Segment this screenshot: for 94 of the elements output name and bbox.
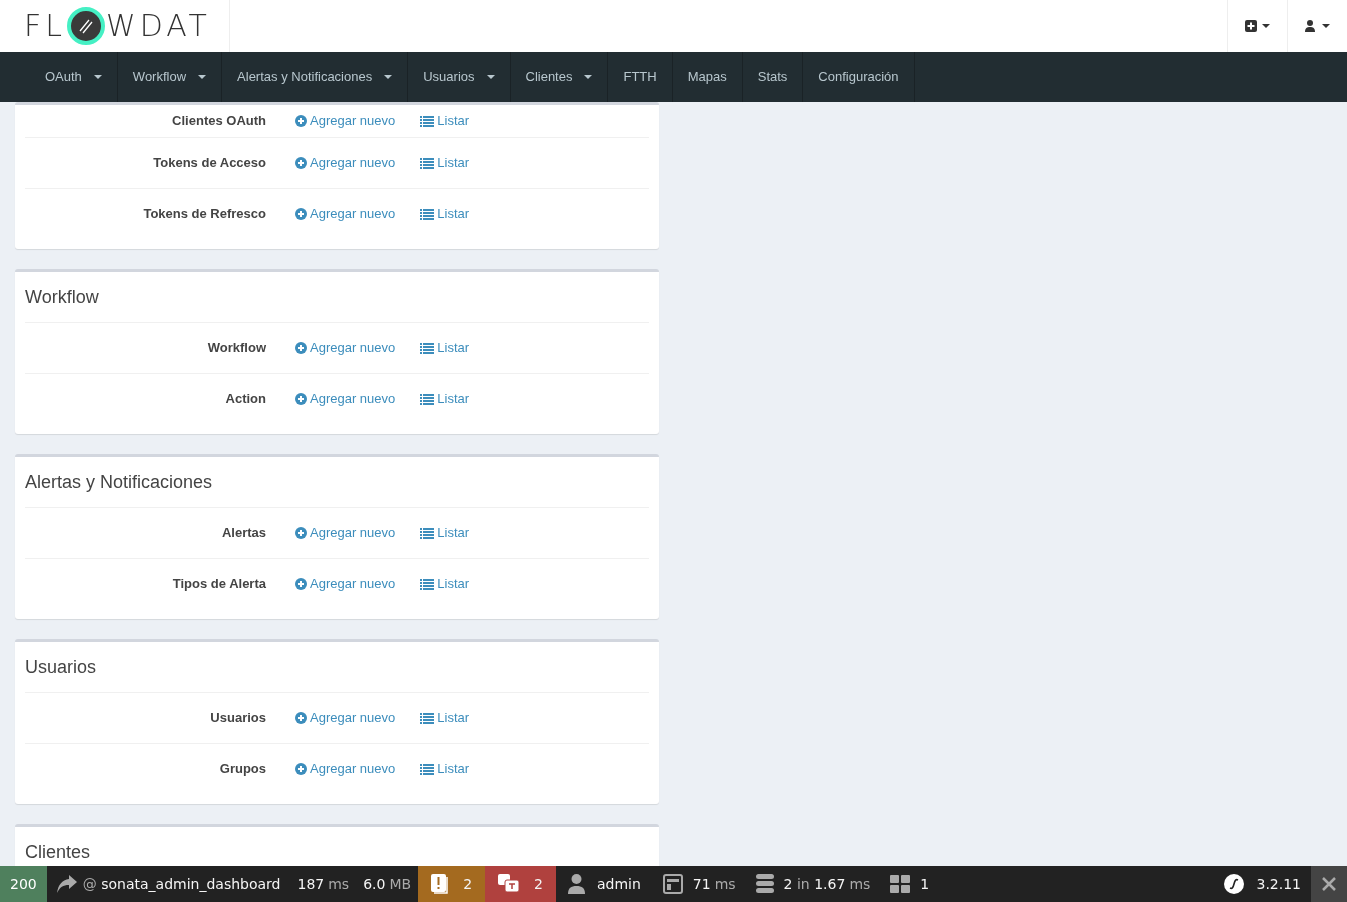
- translate-icon: [498, 874, 521, 894]
- database-icon: [755, 874, 774, 894]
- username: admin: [596, 874, 641, 894]
- layout-icon: [662, 874, 683, 894]
- route-item[interactable]: @ sonata_admin_dashboard: [46, 866, 291, 902]
- list-link[interactable]: Listar: [420, 204, 470, 224]
- plus-circle-icon: [295, 208, 307, 220]
- list-icon: [420, 115, 435, 127]
- sf-logo-icon: [1224, 874, 1245, 894]
- add-new-link[interactable]: Agregar nuevo: [295, 574, 396, 594]
- memory-usage[interactable]: 6.0 MB: [356, 866, 419, 902]
- plus-circle-icon: [295, 342, 307, 354]
- list-icon: [420, 393, 435, 405]
- add-new-link[interactable]: Agregar nuevo: [295, 389, 396, 409]
- plus-circle-icon: [295, 115, 307, 127]
- list-link[interactable]: Listar: [420, 523, 470, 543]
- list-link[interactable]: Listar: [420, 574, 470, 594]
- plus-circle-icon: [295, 763, 307, 775]
- list-link[interactable]: Listar: [420, 708, 470, 728]
- list-icon: [420, 527, 435, 539]
- caret-icon: [584, 75, 593, 79]
- plus-circle-icon: [295, 157, 307, 169]
- add-new-link[interactable]: Agregar nuevo: [295, 759, 396, 779]
- nav-item[interactable]: Mapas: [672, 52, 743, 102]
- request-time[interactable]: 187 ms: [290, 866, 357, 902]
- panel-title: Alertas y Notificaciones: [25, 470, 214, 494]
- row-label: Tokens de Refresco: [142, 205, 266, 224]
- form-count: 1: [920, 874, 930, 894]
- row-label: Usuarios: [209, 709, 266, 728]
- query-stats: 2 in 1.67 ms: [783, 874, 871, 894]
- row-label: Clientes OAuth: [171, 112, 266, 131]
- caret-icon: [1322, 24, 1330, 28]
- nav-item[interactable]: Stats: [742, 52, 804, 102]
- logo[interactable]: FL WDAT: [24, 7, 211, 45]
- list-icon: [420, 712, 435, 724]
- add-new-link[interactable]: Agregar nuevo: [295, 111, 396, 131]
- list-link[interactable]: Listar: [420, 389, 470, 409]
- plus-circle-icon: [295, 527, 307, 539]
- list-icon: [420, 578, 435, 590]
- list-icon: [420, 157, 435, 169]
- list-icon: [420, 208, 435, 220]
- close-button[interactable]: [1311, 866, 1347, 902]
- add-new-link[interactable]: Agregar nuevo: [295, 523, 396, 543]
- user-item[interactable]: admin: [555, 866, 653, 902]
- plus-circle-icon: [295, 578, 307, 590]
- close-icon: [1321, 876, 1337, 892]
- row-label: Workflow: [206, 339, 266, 358]
- add-new-link[interactable]: Agregar nuevo: [295, 153, 396, 173]
- caret-icon: [93, 75, 102, 79]
- row-label: Alertas: [220, 524, 266, 543]
- grid-icon: [890, 875, 911, 893]
- logo-icon: [67, 7, 105, 45]
- route-name: @ sonata_admin_dashboard: [82, 874, 281, 894]
- database-item[interactable]: 2 in 1.67 ms: [745, 866, 881, 902]
- logs-item[interactable]: 2: [418, 866, 486, 902]
- caret-icon: [198, 75, 207, 79]
- list-link[interactable]: Listar: [420, 153, 470, 173]
- warning-book-icon: [431, 874, 450, 894]
- forms-item[interactable]: 1: [880, 866, 940, 902]
- list-link[interactable]: Listar: [420, 111, 470, 131]
- user-icon: [567, 874, 585, 894]
- panel-title: Clientes: [25, 840, 92, 864]
- plus-circle-icon: [295, 712, 307, 724]
- row-label: Action: [224, 390, 266, 409]
- row-label: Tokens de Acceso: [152, 154, 266, 173]
- render-time[interactable]: 71 ms: [652, 866, 746, 902]
- logo-text: WDAT: [106, 11, 211, 41]
- list-link[interactable]: Listar: [420, 338, 470, 358]
- plus-circle-icon: [295, 393, 307, 405]
- version-number: 3.2.11: [1256, 874, 1301, 894]
- list-link[interactable]: Listar: [420, 759, 470, 779]
- list-icon: [420, 763, 435, 775]
- translation-item[interactable]: 2: [485, 866, 556, 902]
- panel-title: Usuarios: [25, 655, 98, 679]
- add-new-link[interactable]: Agregar nuevo: [295, 708, 396, 728]
- share-arrow-icon: [56, 875, 77, 893]
- count: 2: [463, 874, 473, 894]
- list-icon: [420, 342, 435, 354]
- nav-item[interactable]: Configuración: [803, 52, 915, 102]
- count: 2: [534, 874, 543, 894]
- render-value: 71 ms: [692, 874, 736, 894]
- panel-title: Workflow: [25, 285, 100, 309]
- caret-icon: [384, 75, 393, 79]
- logo-text: FL: [24, 11, 66, 41]
- add-new-link[interactable]: Agregar nuevo: [295, 204, 396, 224]
- caret-icon: [486, 75, 495, 79]
- status-code[interactable]: 200: [0, 866, 47, 902]
- caret-icon: [1262, 24, 1270, 28]
- row-label: Grupos: [218, 760, 266, 779]
- plus-square-icon: [1245, 20, 1257, 32]
- version-item[interactable]: 3.2.11: [1214, 866, 1311, 902]
- add-new-link[interactable]: Agregar nuevo: [295, 338, 396, 358]
- user-icon: [1305, 20, 1315, 32]
- row-label: Tipos de Alerta: [171, 575, 266, 594]
